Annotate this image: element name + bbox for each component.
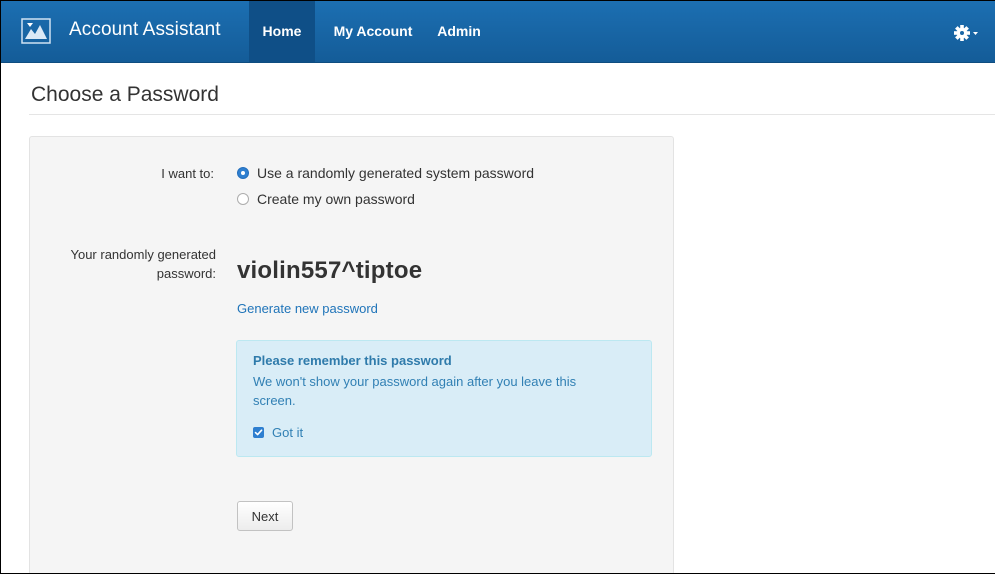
- nav-home[interactable]: Home: [249, 1, 315, 62]
- radio-selected-icon[interactable]: [237, 167, 249, 179]
- alert-body: We won't show your password again after …: [253, 374, 577, 408]
- generated-password: violin557^tiptoe: [237, 257, 423, 284]
- page-title: Choose a Password: [31, 83, 219, 106]
- generate-new-password-link[interactable]: Generate new password: [237, 301, 378, 316]
- checkbox-checked-icon[interactable]: [253, 427, 264, 438]
- nav-my-account[interactable]: My Account: [321, 1, 425, 62]
- want-label: I want to:: [161, 166, 214, 181]
- radio-random-label: Use a randomly generated system password: [257, 165, 535, 181]
- brand-name[interactable]: Account Assistant: [69, 19, 221, 41]
- nav-admin[interactable]: Admin: [431, 1, 487, 62]
- generated-password-label: Your randomly generated password:: [70, 247, 216, 281]
- remember-password-alert: Please remember this password We won't s…: [236, 340, 652, 457]
- title-divider: [29, 114, 995, 115]
- next-button[interactable]: Next: [237, 501, 293, 531]
- app-window: Account Assistant Home My Account Admin …: [0, 0, 995, 574]
- gear-icon[interactable]: [953, 23, 979, 43]
- got-it-label: Got it: [272, 425, 304, 440]
- radio-own-label: Create my own password: [257, 191, 415, 207]
- chevron-down-icon: [973, 32, 978, 35]
- logo-icon[interactable]: [21, 17, 51, 45]
- alert-title: Please remember this password: [253, 353, 452, 368]
- radio-unselected-icon[interactable]: [237, 193, 249, 205]
- top-navbar: Account Assistant Home My Account Admin: [1, 1, 995, 63]
